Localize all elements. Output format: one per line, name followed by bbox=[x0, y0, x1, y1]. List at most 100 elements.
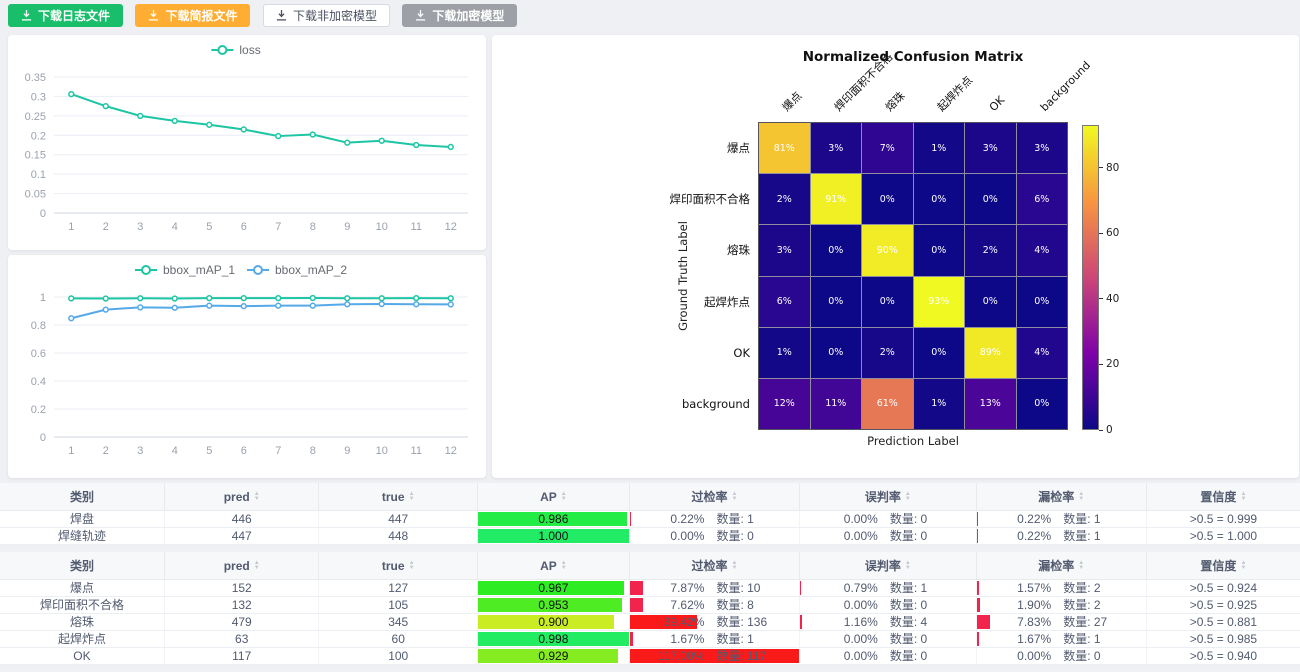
ap-cell: 0.929 bbox=[478, 648, 630, 664]
rate-text: 0.00%数量: 0 bbox=[800, 529, 976, 544]
download-encrypted-model-button[interactable]: 下载加密模型 bbox=[402, 4, 517, 27]
missed-detection-cell: 1.67%数量: 1 bbox=[977, 631, 1147, 647]
bbox_mAP_2-point[interactable] bbox=[241, 304, 246, 309]
column-header-5[interactable]: 误判率 ▲▼ bbox=[800, 483, 977, 510]
sort-icon[interactable]: ▲▼ bbox=[409, 492, 415, 502]
column-header-5[interactable]: 误判率▲▼ bbox=[800, 552, 977, 579]
column-header-2[interactable]: true▲▼ bbox=[319, 552, 477, 579]
download-log-file-button[interactable]: 下载日志文件 bbox=[8, 4, 123, 27]
sort-icon[interactable]: ▲▼ bbox=[561, 561, 567, 571]
bbox_mAP_1-point[interactable] bbox=[172, 296, 177, 301]
column-header-1[interactable]: pred▲▼ bbox=[165, 483, 320, 510]
legend-circle-marker bbox=[218, 46, 226, 54]
column-header-6[interactable]: 漏检率▲▼ bbox=[977, 552, 1147, 579]
bbox_mAP_2-point[interactable] bbox=[172, 305, 177, 310]
loss-point[interactable] bbox=[207, 122, 212, 127]
column-header-1[interactable]: pred▲▼ bbox=[165, 552, 320, 579]
loss-point[interactable] bbox=[69, 92, 74, 97]
rate-count: 数量: 4 bbox=[890, 615, 950, 630]
sort-icon[interactable]: ▲▼ bbox=[254, 492, 260, 502]
bbox_mAP_1-point[interactable] bbox=[276, 296, 281, 301]
download-unencrypted-model-button[interactable]: 下载非加密模型 bbox=[263, 4, 390, 27]
sort-icon[interactable]: ▲▼ bbox=[1078, 561, 1084, 571]
loss-chart-svg: 00.050.10.150.20.250.30.3512345678910111… bbox=[8, 35, 486, 250]
rate-text: 7.83%数量: 27 bbox=[977, 615, 1146, 630]
column-header-3[interactable]: AP▲▼ bbox=[478, 552, 630, 579]
table-row: 熔珠4793450.90039.42%数量: 1361.16%数量: 47.83… bbox=[0, 614, 1300, 631]
column-header-4[interactable]: 过检率▲▼ bbox=[630, 483, 800, 510]
sort-icon[interactable]: ▲▼ bbox=[731, 561, 737, 571]
bbox_mAP_1-point[interactable] bbox=[103, 296, 108, 301]
loss-point[interactable] bbox=[448, 145, 453, 150]
loss-point[interactable] bbox=[241, 127, 246, 132]
column-header-2[interactable]: true▲▼ bbox=[319, 483, 477, 510]
bbox_mAP_2-point[interactable] bbox=[207, 303, 212, 308]
sort-icon[interactable]: ▲▼ bbox=[254, 561, 260, 571]
loss-point[interactable] bbox=[379, 138, 384, 143]
bbox_mAP_2-point[interactable] bbox=[448, 302, 453, 307]
over-detection-cell: 7.62%数量: 8 bbox=[630, 597, 800, 613]
bbox_mAP_2-point[interactable] bbox=[379, 302, 384, 307]
loss-point[interactable] bbox=[414, 143, 419, 148]
sort-icon[interactable]: ▲▼ bbox=[905, 492, 911, 502]
column-header-3[interactable]: AP ▲▼ bbox=[478, 483, 630, 510]
bbox_mAP_1-point[interactable] bbox=[379, 296, 384, 301]
bbox_mAP_2-point[interactable] bbox=[69, 316, 74, 321]
bbox_mAP_1-point[interactable] bbox=[207, 296, 212, 301]
sort-icon[interactable]: ▲▼ bbox=[409, 561, 415, 571]
bbox_mAP_2-point[interactable] bbox=[138, 305, 143, 310]
button-label: 下载非加密模型 bbox=[293, 7, 377, 24]
loss-point[interactable] bbox=[276, 134, 281, 139]
x-axis-tick-label: 1 bbox=[68, 445, 74, 457]
loss-point[interactable] bbox=[310, 132, 315, 137]
matrix-row-label: 熔珠 bbox=[492, 243, 750, 257]
column-header-4[interactable]: 过检率▲▼ bbox=[630, 552, 800, 579]
sort-icon[interactable]: ▲▼ bbox=[731, 492, 737, 502]
column-header-7[interactable]: 置信度▲▼ bbox=[1147, 552, 1300, 579]
bbox_mAP_1-point[interactable] bbox=[241, 296, 246, 301]
metrics-tables: 类别pred▲▼true▲▼AP▲▼过检率▲▼误判率▲▼漏检率▲▼置信度▲▼焊盘… bbox=[0, 483, 1300, 672]
legend-item-loss[interactable]: loss bbox=[211, 43, 260, 57]
sort-icon[interactable]: ▲▼ bbox=[1240, 561, 1246, 571]
download-brief-file-button[interactable]: 下载简报文件 bbox=[135, 4, 250, 27]
legend-circle-marker bbox=[254, 266, 262, 274]
column-header-label: AP bbox=[540, 490, 557, 504]
column-header-label: 误判率 bbox=[865, 488, 901, 505]
category-cell: 焊缝轨迹 bbox=[0, 528, 165, 544]
ap-value: 1.000 bbox=[538, 529, 568, 544]
rate-percent: 1.57% bbox=[999, 581, 1051, 596]
rate-percent: 0.00% bbox=[652, 529, 704, 544]
loss-point[interactable] bbox=[345, 140, 350, 145]
loss-point[interactable] bbox=[172, 119, 177, 124]
legend-item-bbox_mAP_1[interactable]: bbox_mAP_1 bbox=[135, 263, 235, 277]
bbox_mAP_2-point[interactable] bbox=[103, 307, 108, 312]
bbox_mAP_1-point[interactable] bbox=[448, 296, 453, 301]
bbox_mAP_1-point[interactable] bbox=[310, 296, 315, 301]
sort-icon[interactable]: ▲▼ bbox=[1078, 492, 1084, 502]
sort-desc-caret-icon: ▼ bbox=[731, 497, 737, 502]
bbox_mAP_2-point[interactable] bbox=[345, 302, 350, 307]
bbox_mAP_2-point[interactable] bbox=[310, 303, 315, 308]
rate-text: 39.42%数量: 136 bbox=[630, 615, 799, 630]
bbox_mAP_2-point[interactable] bbox=[414, 302, 419, 307]
bbox_mAP_1-point[interactable] bbox=[138, 296, 143, 301]
column-header-7[interactable]: 置信度▲▼ bbox=[1147, 483, 1300, 510]
loss-point[interactable] bbox=[103, 104, 108, 109]
sort-icon[interactable]: ▲▼ bbox=[561, 492, 567, 502]
loss-point[interactable] bbox=[138, 113, 143, 118]
y-axis-tick-label: 0.35 bbox=[25, 72, 46, 84]
bbox_mAP_1-point[interactable] bbox=[345, 296, 350, 301]
column-header-6[interactable]: 漏检率▲▼ bbox=[977, 483, 1147, 510]
bbox_mAP_1-point[interactable] bbox=[414, 296, 419, 301]
rate-percent: 1.16% bbox=[826, 615, 878, 630]
rate-count: 数量: 1 bbox=[1063, 529, 1123, 544]
sort-icon[interactable]: ▲▼ bbox=[905, 561, 911, 571]
bbox_mAP_2-point[interactable] bbox=[276, 303, 281, 308]
pred-cell: 117 bbox=[165, 648, 320, 664]
sort-icon[interactable]: ▲▼ bbox=[1240, 492, 1246, 502]
bbox_mAP_1-point[interactable] bbox=[69, 296, 74, 301]
rate-text: 1.90%数量: 2 bbox=[977, 598, 1146, 613]
legend-item-bbox_mAP_2[interactable]: bbox_mAP_2 bbox=[247, 263, 347, 277]
y-axis-tick-label: 0.25 bbox=[25, 111, 46, 123]
true-cell: 60 bbox=[319, 631, 477, 647]
